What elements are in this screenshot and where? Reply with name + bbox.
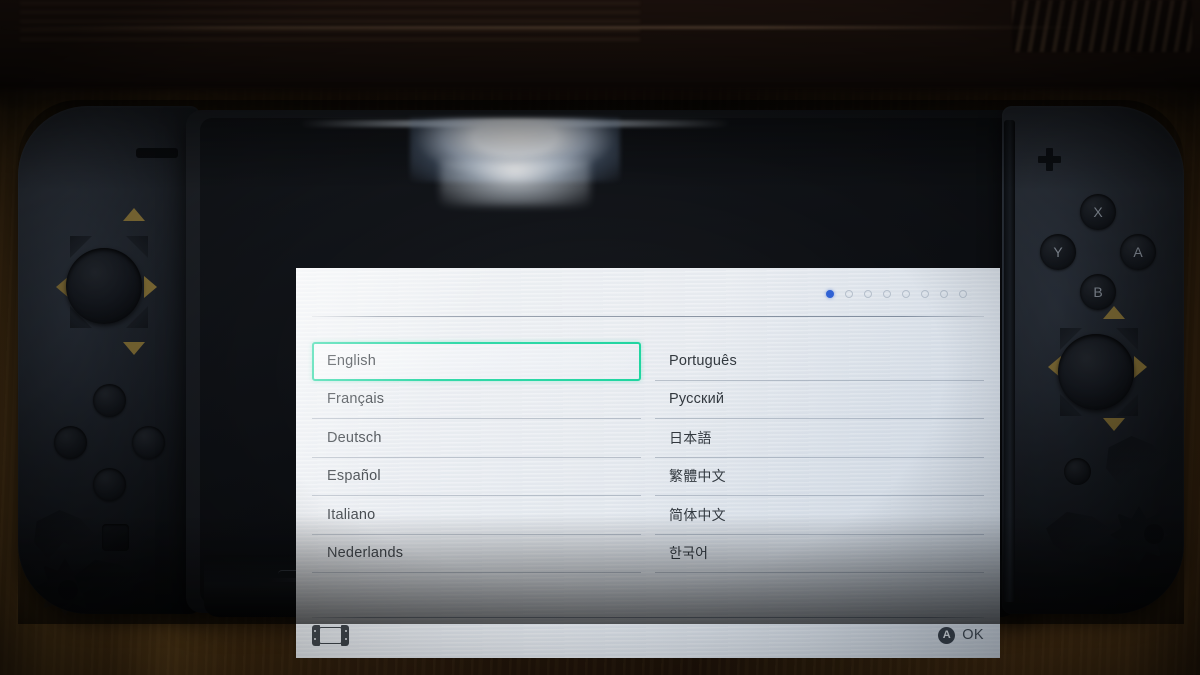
language-option-italiano[interactable]: Italiano — [312, 496, 641, 535]
switch-screen: English Français Deutsch Español Italian… — [296, 268, 1000, 658]
console-icon-dot-1 — [314, 629, 317, 632]
language-option-nederlands[interactable]: Nederlands — [312, 535, 641, 573]
console-icon-screen — [319, 626, 342, 644]
language-option-espanol[interactable]: Español — [312, 458, 641, 496]
page-dot-7[interactable] — [940, 290, 948, 298]
background-object-label-blur — [20, 2, 640, 44]
language-option-russian[interactable]: Русский — [655, 381, 984, 419]
right-joycon-shading — [1002, 106, 1184, 614]
language-option-simplified-chinese[interactable]: 简体中文 — [655, 496, 984, 535]
nintendo-switch-console: English Français Deutsch Español Italian… — [18, 100, 1184, 658]
console-icon-right-joycon — [341, 624, 349, 646]
left-joycon-shading — [18, 106, 200, 614]
language-option-korean[interactable]: 한국어 — [655, 535, 984, 573]
page-dot-2[interactable] — [845, 290, 853, 298]
language-column-right: Português Русский 日本語 繁體中文 简体中文 한국어 — [655, 342, 984, 588]
a-button-icon: A — [938, 626, 956, 644]
language-option-deutsch[interactable]: Deutsch — [312, 419, 641, 458]
page-dot-1[interactable] — [826, 290, 834, 298]
language-option-francais[interactable]: Français — [312, 381, 641, 419]
console-icon-dot-4 — [344, 637, 347, 640]
language-option-japanese[interactable]: 日本語 — [655, 419, 984, 458]
language-column-left: English Français Deutsch Español Italian… — [312, 342, 641, 588]
page-dot-4[interactable] — [883, 290, 891, 298]
language-list: English Français Deutsch Español Italian… — [296, 342, 1000, 588]
page-indicator — [826, 290, 967, 298]
language-option-portugues[interactable]: Português — [655, 342, 984, 381]
screen-footer: A OK — [312, 618, 984, 652]
ok-label: OK — [962, 627, 984, 643]
page-dot-6[interactable] — [921, 290, 929, 298]
background-object-edge — [0, 26, 1085, 29]
left-joycon[interactable] — [18, 106, 200, 616]
header-divider — [312, 316, 984, 317]
language-option-english[interactable]: English — [312, 342, 641, 381]
page-dot-3[interactable] — [864, 290, 872, 298]
console-icon-dot-3 — [344, 629, 347, 632]
confirm-action[interactable]: A OK — [938, 626, 984, 644]
page-dot-5[interactable] — [902, 290, 910, 298]
right-joycon-rail — [1004, 120, 1015, 602]
bezel-light-streak — [300, 120, 730, 127]
photo-of-nintendo-switch: English Français Deutsch Español Italian… — [0, 0, 1200, 675]
switch-console-icon — [312, 624, 349, 646]
page-dot-8[interactable] — [959, 290, 967, 298]
console-icon-dot-2 — [314, 637, 317, 640]
language-option-traditional-chinese[interactable]: 繁體中文 — [655, 458, 984, 496]
right-joycon[interactable]: X Y A B — [1002, 106, 1184, 614]
